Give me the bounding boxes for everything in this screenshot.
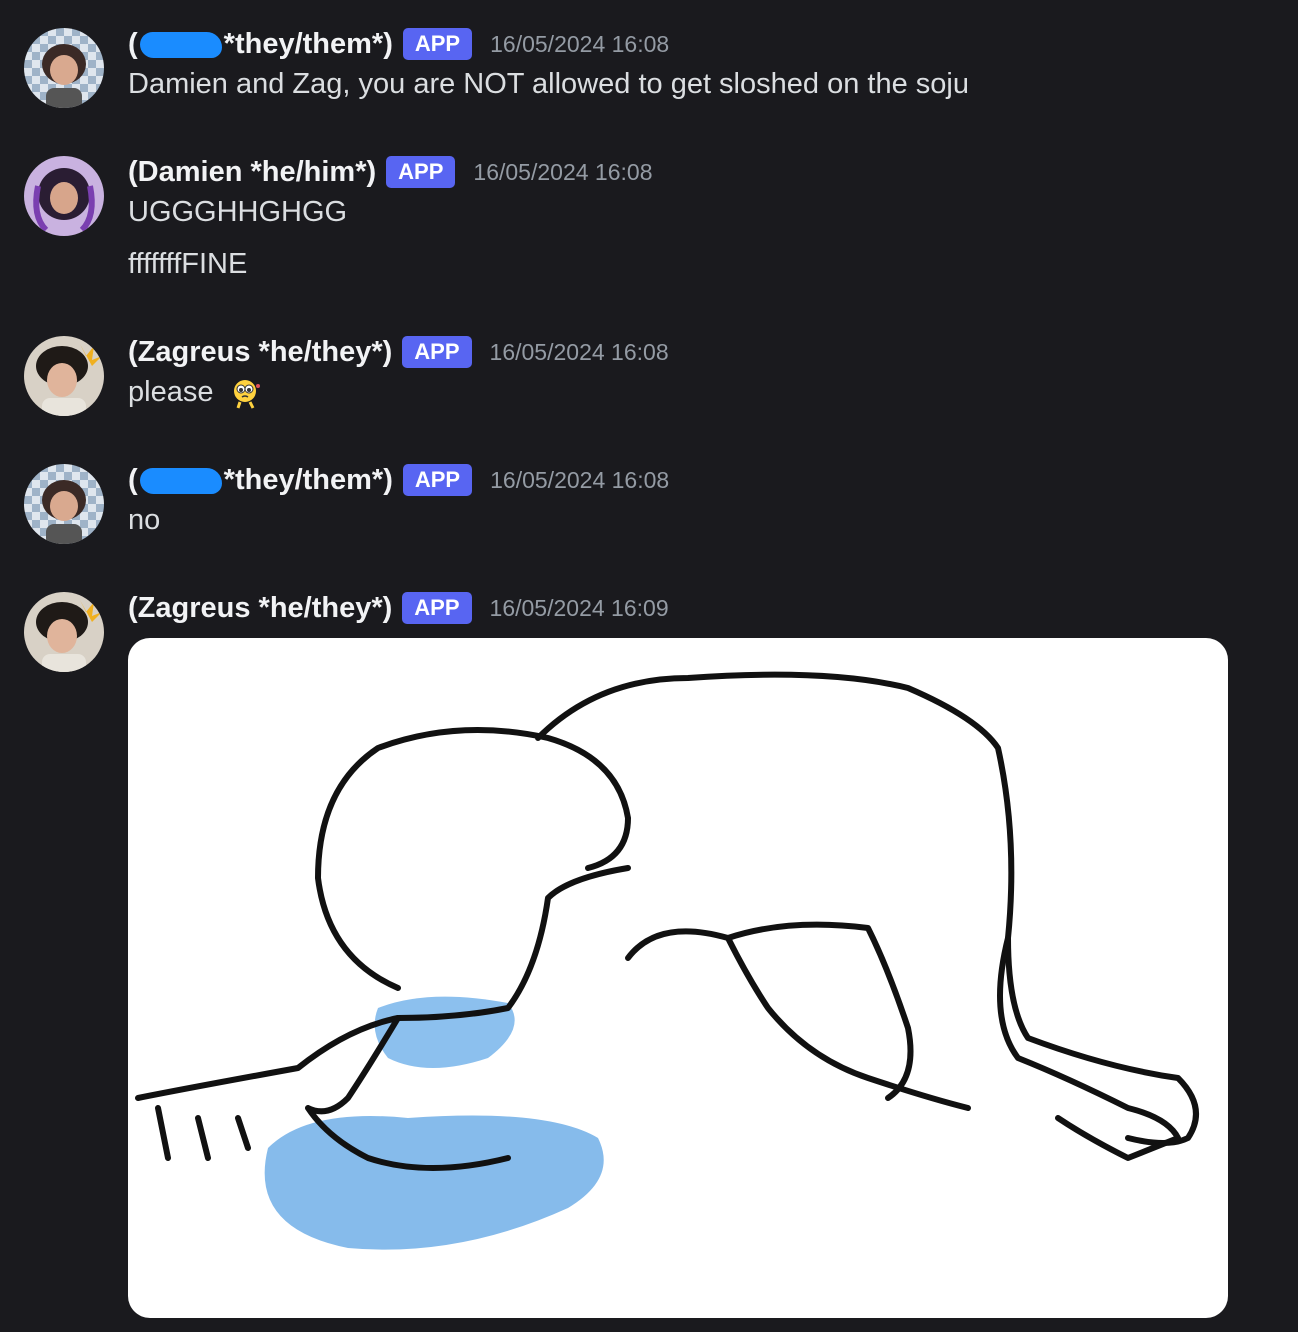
message-text: please xyxy=(128,376,264,410)
avatar[interactable] xyxy=(24,156,104,236)
author-name[interactable]: (*they/them*) xyxy=(128,464,393,497)
message-text: UGGGHHGHGG xyxy=(128,196,348,228)
timestamp[interactable]: 16/05/2024 16:09 xyxy=(490,595,669,622)
message-text: fffffffFINE xyxy=(128,248,248,280)
app-badge: APP xyxy=(402,464,473,496)
message-header: (*they/them*) APP 16/05/2024 16:08 xyxy=(128,460,669,500)
timestamp[interactable]: 16/05/2024 16:08 xyxy=(490,31,669,58)
message-header: (Zagreus *he/they*) APP 16/05/2024 16:08 xyxy=(128,332,669,372)
message-header: (Zagreus *he/they*) APP 16/05/2024 16:09 xyxy=(128,588,669,628)
timestamp[interactable]: 16/05/2024 16:08 xyxy=(490,467,669,494)
avatar[interactable] xyxy=(24,592,104,672)
author-name[interactable]: (Zagreus *he/they*) xyxy=(128,336,392,369)
message-text: no xyxy=(128,504,161,536)
message-text-content: please xyxy=(128,376,214,408)
author-name[interactable]: (Damien *he/him*) xyxy=(128,156,376,189)
avatar[interactable] xyxy=(24,28,104,108)
image-attachment[interactable] xyxy=(128,638,1228,1318)
app-badge: APP xyxy=(402,28,473,60)
message-text: Damien and Zag, you are NOT allowed to g… xyxy=(128,68,969,100)
app-badge: APP xyxy=(386,156,456,188)
redaction-mark xyxy=(139,31,222,58)
pleading-face-emoji[interactable] xyxy=(230,376,264,410)
message-header: (Damien *he/him*) APP 16/05/2024 16:08 xyxy=(128,152,652,192)
crying-on-floor-drawing xyxy=(135,671,1199,1250)
author-name[interactable]: (Zagreus *he/they*) xyxy=(128,592,392,625)
app-badge: APP xyxy=(402,592,472,624)
avatar[interactable] xyxy=(24,464,104,544)
message-header: (*they/them*) APP 16/05/2024 16:08 xyxy=(128,24,669,64)
timestamp[interactable]: 16/05/2024 16:08 xyxy=(473,159,652,186)
author-name[interactable]: (*they/them*) xyxy=(128,28,393,61)
app-badge: APP xyxy=(402,336,472,368)
redaction-mark xyxy=(139,467,222,494)
avatar[interactable] xyxy=(24,336,104,416)
timestamp[interactable]: 16/05/2024 16:08 xyxy=(490,339,669,366)
